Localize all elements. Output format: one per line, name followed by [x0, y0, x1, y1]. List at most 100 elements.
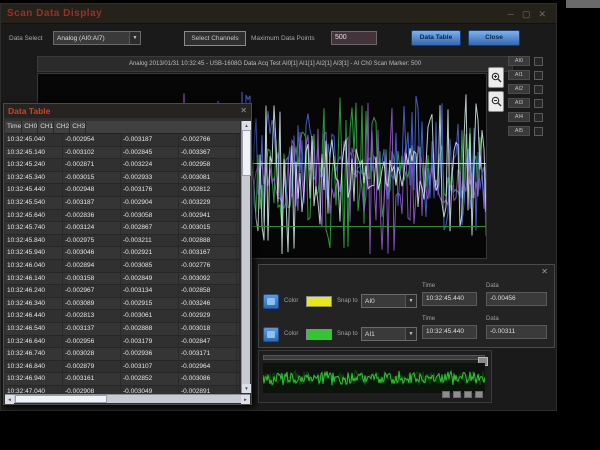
cell-time: 10:32:46.840 — [5, 361, 63, 373]
scroll-right-icon[interactable]: ► — [241, 395, 250, 404]
color-label: Color — [284, 298, 298, 304]
table-row[interactable]: 10:32:45.140 -0.003102 -0.002845 -0.0033… — [5, 147, 240, 160]
strip-nav-icon-3[interactable] — [464, 391, 472, 398]
column-header[interactable]: CH0 — [22, 121, 38, 133]
close-button[interactable]: Close — [468, 30, 520, 46]
max-points-input[interactable]: 500 — [331, 31, 377, 45]
cell-ch1: -0.002849 — [121, 273, 179, 285]
channel-row[interactable]: AI5 — [508, 124, 552, 138]
cell-ch0: -0.003028 — [63, 348, 121, 360]
channel-checkbox-icon[interactable] — [534, 99, 543, 108]
table-row[interactable]: 10:32:46.940 -0.003161 -0.002852 -0.0030… — [5, 373, 240, 386]
close-icon[interactable]: ✕ — [240, 106, 247, 115]
cell-ch1: -0.002933 — [121, 172, 179, 184]
strip-nav-icon-4[interactable] — [475, 391, 483, 398]
table-row[interactable]: 10:32:45.440 -0.002948 -0.003176 -0.0028… — [5, 184, 240, 197]
channel-checkbox-icon[interactable] — [534, 57, 543, 66]
table-row[interactable]: 10:32:46.240 -0.002967 -0.003134 -0.0028… — [5, 285, 240, 298]
cell-ch2: -0.002847 — [179, 336, 237, 348]
data-table-button[interactable]: Data Table — [411, 30, 461, 46]
cell-ch2: -0.003092 — [179, 273, 237, 285]
strip-chart[interactable] — [263, 363, 485, 393]
app-titlebar[interactable]: Scan Data Display ─ ▢ ✕ — [1, 4, 556, 24]
cursor2-data-field[interactable]: -0.00311 — [486, 325, 547, 339]
minimize-icon[interactable]: ─ — [508, 8, 514, 20]
channel-label: AI5 — [508, 126, 530, 136]
cursor1-color-swatch[interactable] — [306, 296, 332, 307]
table-row[interactable]: 10:32:46.640 -0.002956 -0.003179 -0.0028… — [5, 336, 240, 349]
channel-row[interactable]: AI1 — [508, 68, 552, 82]
channel-checkbox-icon[interactable] — [534, 85, 543, 94]
channel-checkbox-icon[interactable] — [534, 127, 543, 136]
data-select-dropdown[interactable]: Analog (AI0:AI7) ▼ — [53, 31, 141, 45]
cell-ch0: -0.003124 — [63, 222, 121, 234]
table-row[interactable]: 10:32:45.040 -0.002954 -0.003187 -0.0027… — [5, 134, 240, 147]
scroll-down-icon[interactable]: ▼ — [242, 384, 251, 393]
close-window-icon[interactable]: ✕ — [538, 8, 546, 20]
table-row[interactable]: 10:32:45.940 -0.003046 -0.002921 -0.0031… — [5, 247, 240, 260]
channel-row[interactable]: AI3 — [508, 96, 552, 110]
channel-checkbox-icon[interactable] — [534, 71, 543, 80]
close-icon[interactable]: ✕ — [541, 267, 548, 276]
cursor1-time-field[interactable]: 10:32:45.440 — [422, 292, 477, 306]
channel-list: AI0 AI1 AI2 AI3 AI4 — [508, 54, 552, 138]
cell-ch0: -0.002813 — [63, 310, 121, 322]
vertical-scrollbar[interactable]: ▲ ▼ — [241, 121, 250, 393]
horizontal-scrollbar[interactable]: ◄ ► — [5, 394, 250, 403]
cell-ch0: -0.002879 — [63, 361, 121, 373]
cursor2-snap-dropdown[interactable]: AI1 ▼ — [361, 327, 417, 341]
cell-ch0: -0.002894 — [63, 260, 121, 272]
table-row[interactable]: 10:32:45.540 -0.003187 -0.002904 -0.0032… — [5, 197, 240, 210]
chart-title: Analog 2013/01/31 10:32:45 - USB-1608G D… — [37, 56, 513, 72]
scroll-left-icon[interactable]: ◄ — [5, 395, 14, 404]
cursor2-snap-value: AI1 — [362, 331, 405, 338]
snap-to-label: Snap to — [337, 331, 358, 337]
strip-nav-icon-2[interactable] — [453, 391, 461, 398]
cell-ch1: -0.003224 — [121, 159, 179, 171]
cursor2-color-swatch[interactable] — [306, 329, 332, 340]
cursor1-enable-button[interactable] — [263, 294, 279, 309]
cursor1-snap-value: AI0 — [362, 298, 405, 305]
table-row[interactable]: 10:32:45.640 -0.002836 -0.003058 -0.0029… — [5, 210, 240, 223]
column-header[interactable]: Time — [5, 121, 22, 133]
channel-label: AI4 — [508, 112, 530, 122]
table-row[interactable]: 10:32:45.740 -0.003124 -0.002867 -0.0030… — [5, 222, 240, 235]
table-row[interactable]: 10:32:46.440 -0.002813 -0.003061 -0.0029… — [5, 310, 240, 323]
cell-ch3: -0.003019 — [237, 260, 240, 272]
channel-row[interactable]: AI0 — [508, 54, 552, 68]
cell-ch3: -0.003077 — [237, 285, 240, 297]
vscroll-thumb[interactable] — [242, 130, 251, 176]
cursor2-time-field[interactable]: 10:32:45.440 — [422, 325, 477, 339]
table-row[interactable]: 10:32:45.340 -0.003015 -0.002933 -0.0030… — [5, 172, 240, 185]
cursor2-enable-button[interactable] — [263, 327, 279, 342]
table-row[interactable]: 10:32:47.040 -0.002908 -0.003049 -0.0028… — [5, 386, 240, 393]
column-header[interactable]: CH3 — [70, 121, 86, 133]
table-row[interactable]: 10:32:46.140 -0.003158 -0.002849 -0.0030… — [5, 273, 240, 286]
scroll-up-icon[interactable]: ▲ — [242, 121, 251, 130]
cell-ch2: -0.002929 — [179, 310, 237, 322]
cell-ch2: -0.003229 — [179, 197, 237, 209]
cursor1-data-field[interactable]: -0.00456 — [486, 292, 547, 306]
channel-checkbox-icon[interactable] — [534, 113, 543, 122]
cell-ch1: -0.003176 — [121, 184, 179, 196]
channel-row[interactable]: AI2 — [508, 82, 552, 96]
table-row[interactable]: 10:32:46.840 -0.002879 -0.003107 -0.0029… — [5, 361, 240, 374]
zoom-in-button[interactable] — [488, 67, 504, 88]
hscroll-thumb[interactable] — [15, 395, 107, 403]
select-channels-button[interactable]: Select Channels — [184, 31, 246, 46]
scroll-slider[interactable] — [263, 355, 485, 360]
table-row[interactable]: 10:32:46.340 -0.003089 -0.002915 -0.0032… — [5, 298, 240, 311]
table-row[interactable]: 10:32:46.540 -0.003137 -0.002888 -0.0030… — [5, 323, 240, 336]
strip-nav-icon-1[interactable] — [442, 391, 450, 398]
table-row[interactable]: 10:32:45.240 -0.002871 -0.003224 -0.0029… — [5, 159, 240, 172]
table-row[interactable]: 10:32:46.740 -0.003028 -0.002936 -0.0031… — [5, 348, 240, 361]
data-table-titlebar[interactable]: Data Table ✕ — [4, 104, 251, 118]
table-row[interactable]: 10:32:46.040 -0.002894 -0.003085 -0.0027… — [5, 260, 240, 273]
cursor1-snap-dropdown[interactable]: AI0 ▼ — [361, 294, 417, 308]
zoom-out-button[interactable] — [488, 91, 504, 112]
maximize-icon[interactable]: ▢ — [522, 8, 531, 20]
table-row[interactable]: 10:32:45.840 -0.002975 -0.003211 -0.0028… — [5, 235, 240, 248]
channel-row[interactable]: AI4 — [508, 110, 552, 124]
column-header[interactable]: CH2 — [54, 121, 70, 133]
column-header[interactable]: CH1 — [38, 121, 54, 133]
